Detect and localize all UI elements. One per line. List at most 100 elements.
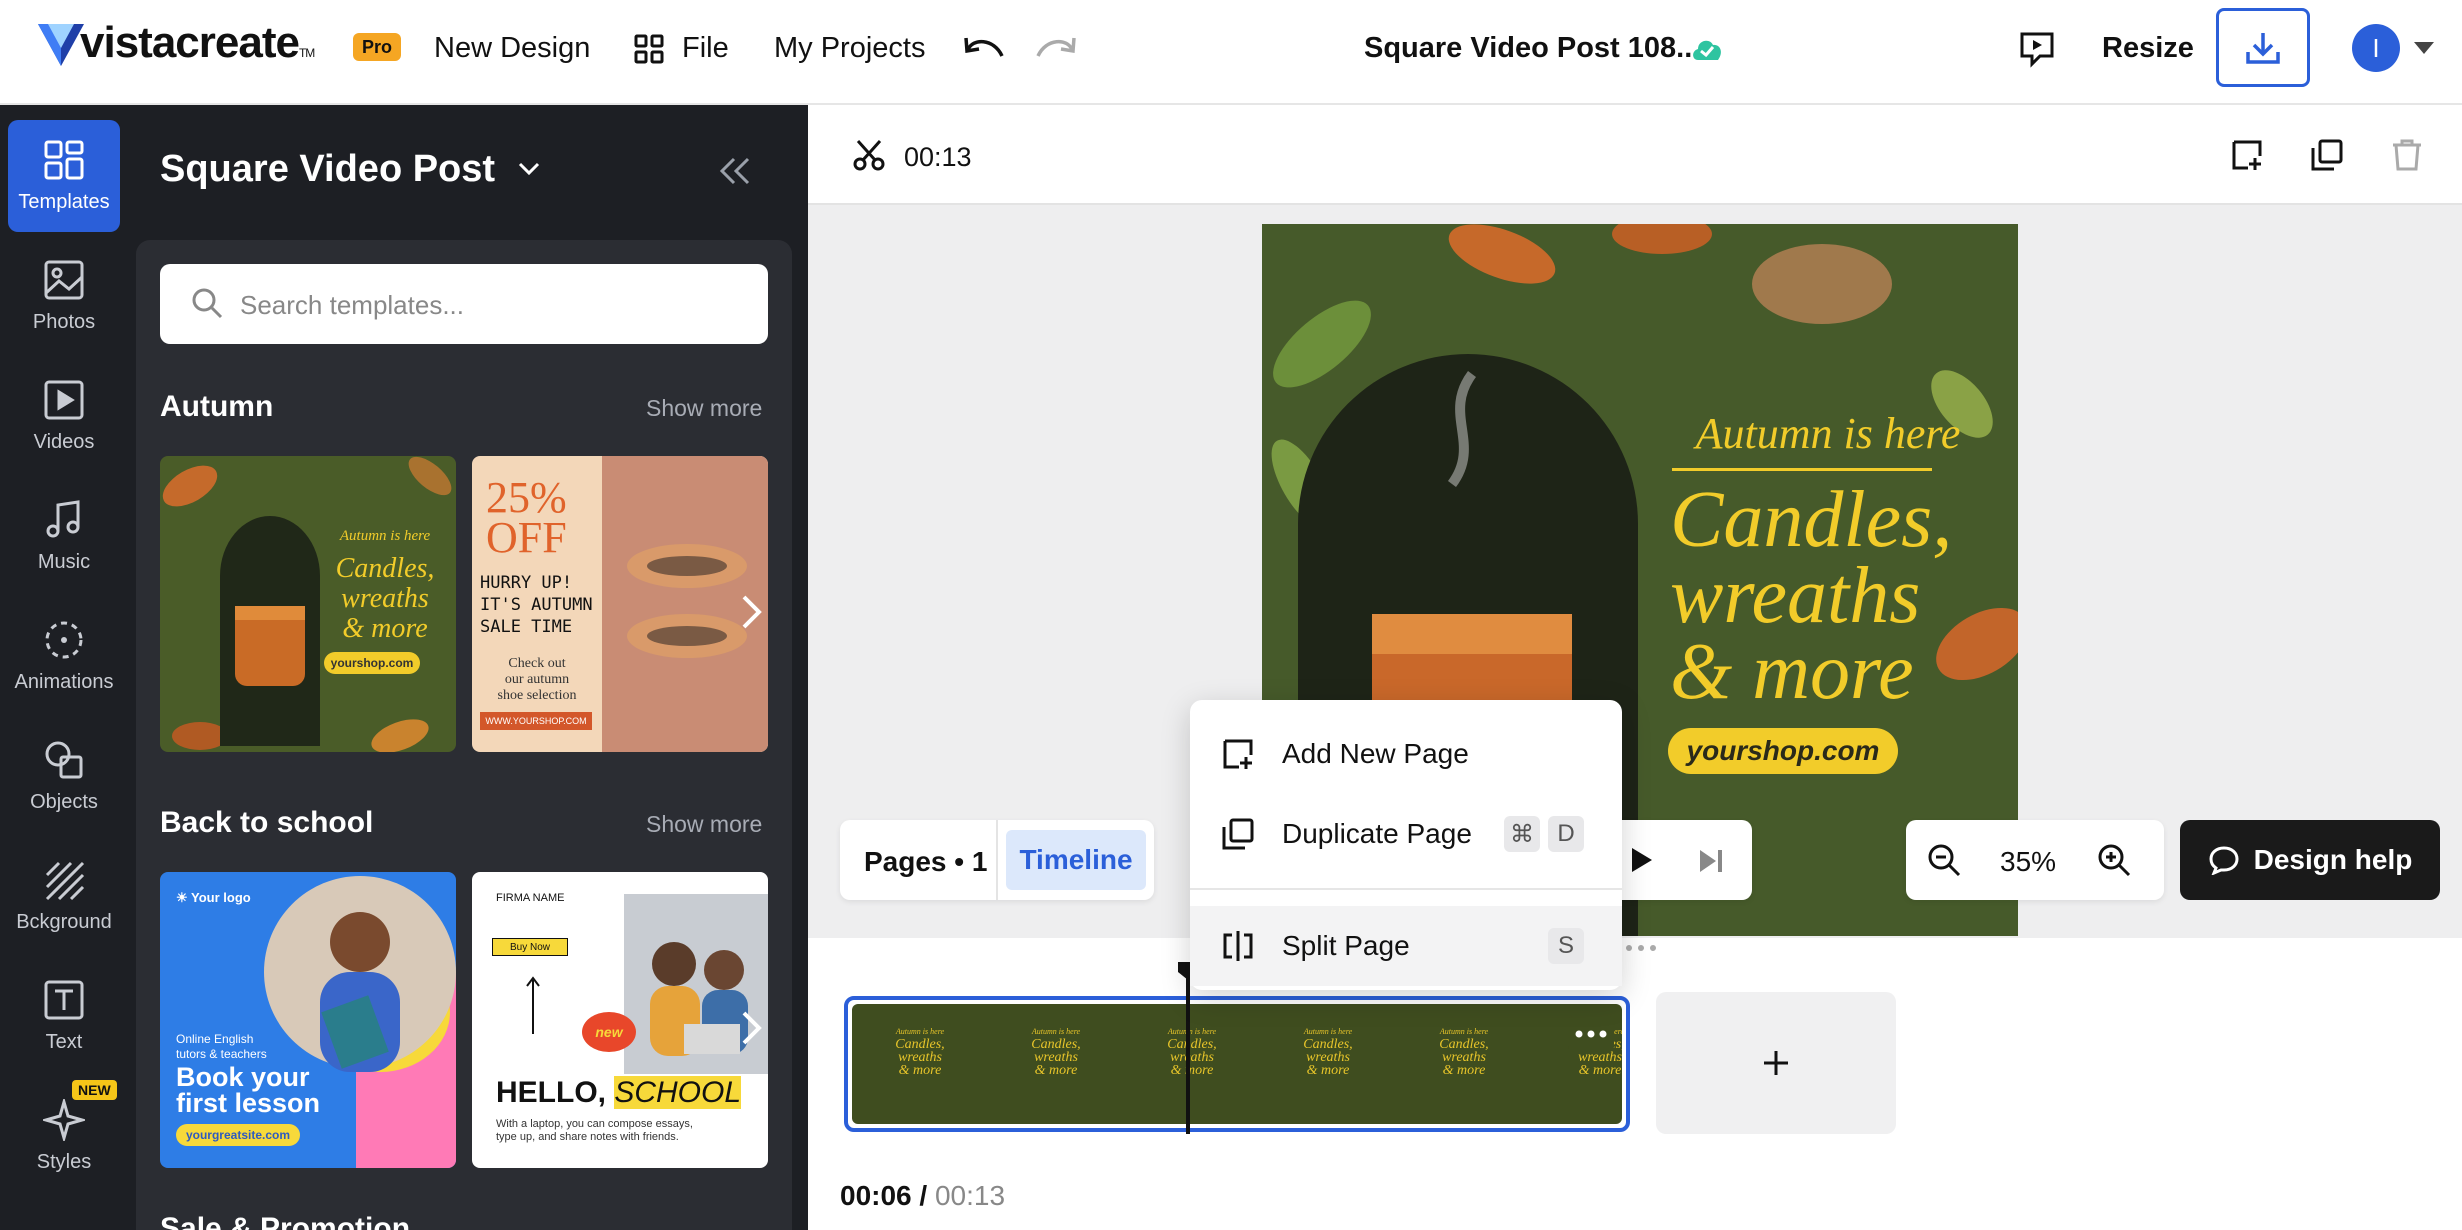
duplicate-icon[interactable] <box>2310 138 2344 172</box>
file-grid-icon[interactable] <box>634 34 664 64</box>
thumb-text: FIRMA NAME <box>496 892 565 904</box>
present-icon[interactable] <box>2018 30 2056 68</box>
split-icon <box>1223 931 1253 961</box>
menu-label: Add New Page <box>1282 738 1469 769</box>
document-title[interactable]: Square Video Post 108... <box>1364 32 1700 65</box>
clip-frame-text: Autumn is hereCandles,wreaths& more <box>1167 1027 1217 1078</box>
my-projects-button[interactable]: My Projects <box>774 32 925 65</box>
drag-handle-icon[interactable] <box>1624 944 1658 952</box>
add-page-icon[interactable] <box>2230 138 2264 172</box>
more-dots-icon <box>1575 1030 1607 1038</box>
rail-templates[interactable]: Templates <box>8 120 120 232</box>
trim-scissors-icon[interactable] <box>852 138 886 172</box>
logo-text[interactable]: vistacreateTM <box>80 18 315 68</box>
show-more-autumn[interactable]: Show more <box>646 395 762 422</box>
thumb-text: HELLO, SCHOOL <box>496 1076 742 1109</box>
zoom-out-icon[interactable] <box>1926 842 1962 878</box>
rail-label: Templates <box>18 190 110 213</box>
clip-frames: Autumn is here Candles, wreaths & more Autu… <box>852 1004 1622 1124</box>
clip-frame-text: Autumn is hereCandles,wreaths& more <box>1303 1027 1353 1078</box>
panel-title[interactable]: Square Video Post <box>160 148 495 191</box>
chevron-down-icon[interactable] <box>2414 42 2434 54</box>
time-separator: / <box>919 1180 928 1211</box>
templates-icon <box>44 140 84 179</box>
background-icon <box>45 861 85 900</box>
menu-duplicate-page[interactable]: Duplicate Page ⌘ D <box>1190 794 1622 874</box>
thumb-text: Autumn is here <box>339 528 431 544</box>
thumb-text: 25% OFF <box>486 473 567 562</box>
thumb-url: yourgreatsite.com <box>176 1124 300 1146</box>
canvas-headline[interactable]: Candles, wreaths & more <box>1670 480 2010 712</box>
zoom-in-icon[interactable] <box>2096 842 2132 878</box>
student-photo <box>264 876 456 1072</box>
undo-icon[interactable] <box>962 34 1006 64</box>
editor-toolbar <box>808 105 2462 205</box>
menu-divider <box>1190 888 1622 890</box>
file-menu-button[interactable]: File <box>682 32 729 65</box>
total-time: 00:13 <box>934 1180 1006 1211</box>
add-page-button[interactable] <box>1656 992 1896 1134</box>
rail-objects[interactable]: Objects <box>8 720 120 832</box>
rail-label: Music <box>37 550 91 573</box>
pages-tab[interactable]: Pages • 1 <box>864 846 987 878</box>
thumb-text: Buy Now <box>492 938 568 956</box>
canvas-tagline[interactable]: Autumn is here <box>1670 408 1986 459</box>
avatar[interactable]: I <box>2352 24 2400 72</box>
skip-end-icon[interactable] <box>1698 848 1724 874</box>
rail-videos[interactable]: Videos <box>8 360 120 472</box>
clip-more-button[interactable] <box>1568 1016 1614 1052</box>
zoom-level[interactable]: 35% <box>2000 846 2056 878</box>
carousel-next-icon[interactable] <box>732 582 772 642</box>
rail-photos[interactable]: Photos <box>8 240 120 352</box>
resize-button[interactable]: Resize <box>2102 32 2194 65</box>
template-thumb-shoes[interactable]: 25% OFF HURRY UP! IT'S AUTUMN SALE TIME Che… <box>472 456 768 752</box>
thumb-url: WWW.YOURSHOP.COM <box>480 712 592 730</box>
playhead[interactable] <box>1186 964 1190 1134</box>
divider <box>996 820 998 900</box>
download-icon <box>2246 32 2280 64</box>
play-icon[interactable] <box>1630 846 1654 874</box>
videos-icon <box>44 380 84 419</box>
rail-text[interactable]: Text <box>8 960 120 1072</box>
collapse-panel-icon[interactable] <box>718 156 752 186</box>
music-icon <box>46 499 80 537</box>
timeline-clip[interactable]: Autumn is here Candles, wreaths & more Autu… <box>844 996 1630 1132</box>
timeline-tab[interactable]: Timeline <box>1006 830 1146 890</box>
thumb-text: Check out our autumn shoe selection <box>497 656 577 703</box>
canvas-url-badge[interactable]: yourshop.com <box>1668 728 1898 774</box>
carousel-next-icon[interactable] <box>732 998 772 1058</box>
template-thumb-candles[interactable]: Autumn is here Candles, wreaths & more you… <box>160 456 456 752</box>
clip-frame-text: Autumn is hereCandles,wreaths& more <box>1031 1027 1081 1078</box>
template-thumb-hello-school[interactable]: FIRMA NAME Buy Now new HELLO, SCHOOL Wit… <box>472 872 768 1168</box>
rail-animations[interactable]: Animations <box>8 600 120 712</box>
new-design-button[interactable]: New Design <box>434 32 590 65</box>
rail-music[interactable]: Music <box>8 480 120 592</box>
pro-badge: Pro <box>353 33 401 61</box>
menu-label: Duplicate Page <box>1282 818 1472 849</box>
clip-frame-text: Autumn is hereCandles,wreaths& more <box>895 1027 945 1078</box>
thumb-text: Book your first lesson <box>176 1062 321 1118</box>
redo-icon[interactable] <box>1034 34 1078 64</box>
chevron-down-icon[interactable] <box>518 162 540 176</box>
objects-icon <box>45 741 83 778</box>
rail-label: Animations <box>14 670 114 693</box>
download-button[interactable] <box>2216 8 2310 87</box>
search-placeholder: Search templates... <box>240 290 464 320</box>
template-thumb-english[interactable]: ☀ Your logo Online English tutors & teach… <box>160 872 456 1168</box>
new-badge: NEW <box>72 1080 117 1100</box>
styles-icon <box>43 1098 85 1141</box>
design-help-button[interactable]: Design help <box>2180 820 2440 900</box>
menu-split-page[interactable]: Split Page S <box>1190 906 1622 986</box>
rail-background[interactable]: Bckground <box>8 840 120 952</box>
chat-icon <box>2209 846 2239 875</box>
trash-icon[interactable] <box>2390 138 2424 172</box>
vista-logo-icon[interactable] <box>36 22 86 68</box>
shortcut-key: S <box>1548 928 1584 964</box>
thumb-url: yourshop.com <box>324 652 420 674</box>
section-title-autumn: Autumn <box>160 390 274 423</box>
page-context-menu: Add New Page Duplicate Page ⌘ D Split Pa… <box>1190 700 1622 990</box>
menu-add-new-page[interactable]: Add New Page <box>1190 714 1622 794</box>
rail-label: Videos <box>33 430 95 453</box>
show-more-back-to-school[interactable]: Show more <box>646 811 762 838</box>
design-help-label: Design help <box>2253 844 2413 875</box>
